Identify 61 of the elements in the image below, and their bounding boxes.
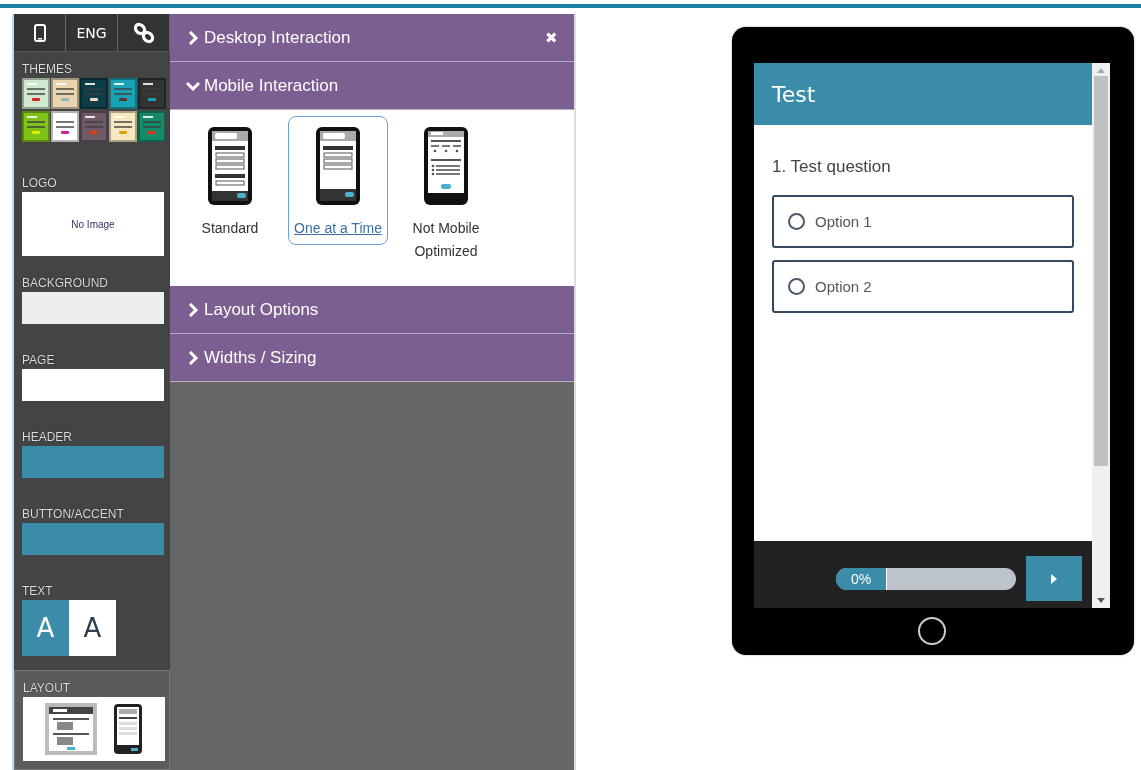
color-swatch[interactable] bbox=[22, 523, 164, 555]
section-label: BUTTON/ACCENT bbox=[22, 507, 125, 521]
theme-thumbnail[interactable] bbox=[51, 78, 79, 109]
radio-button[interactable] bbox=[788, 213, 805, 230]
theme-thumbnail[interactable] bbox=[22, 111, 50, 142]
theme-thumbnail[interactable] bbox=[109, 78, 137, 109]
theme-thumbnail[interactable] bbox=[80, 111, 108, 142]
radio-button[interactable] bbox=[788, 278, 805, 295]
answer-label: Option 1 bbox=[815, 213, 872, 230]
accordion-header[interactable]: Widths / Sizing bbox=[170, 334, 574, 382]
section-title: Mobile Interaction bbox=[204, 75, 340, 96]
scroll-down-icon[interactable] bbox=[1097, 598, 1105, 604]
language-button[interactable]: ENG bbox=[66, 14, 118, 51]
section-title: Widths / Sizing bbox=[204, 347, 318, 368]
color-swatch[interactable] bbox=[22, 446, 164, 478]
text-color-option[interactable]: A bbox=[22, 600, 69, 656]
phone-button[interactable] bbox=[14, 14, 66, 51]
answer-label: Option 2 bbox=[815, 278, 872, 295]
question-text: 1. Test question bbox=[772, 157, 892, 177]
survey-header: Test bbox=[754, 63, 1092, 125]
theme-thumbnail[interactable] bbox=[138, 111, 166, 142]
text-color-option[interactable]: A bbox=[69, 600, 116, 656]
phone-layout-icon[interactable] bbox=[113, 703, 143, 755]
color-swatch[interactable] bbox=[22, 292, 164, 324]
theme-thumbnail[interactable] bbox=[80, 78, 108, 109]
theme-thumbnail[interactable] bbox=[22, 78, 50, 109]
link-button[interactable] bbox=[118, 14, 170, 51]
section-label: THEMES bbox=[22, 62, 73, 76]
accordion-header[interactable]: Layout Options bbox=[170, 286, 574, 334]
color-swatch[interactable] bbox=[22, 369, 164, 401]
answer-option[interactable]: Option 2 bbox=[772, 260, 1074, 313]
scrollbar[interactable] bbox=[1092, 63, 1110, 608]
layout-option[interactable]: One at a Time bbox=[288, 116, 388, 245]
chevron-right-icon bbox=[186, 30, 200, 45]
layout-section[interactable]: LAYOUT bbox=[14, 670, 170, 770]
theme-thumbnail[interactable] bbox=[138, 78, 166, 109]
accordion-header[interactable]: Desktop Interaction ✖ bbox=[170, 14, 574, 62]
section-label: HEADER bbox=[22, 430, 73, 444]
theme-thumbnail[interactable] bbox=[109, 111, 137, 142]
theme-thumbnail[interactable] bbox=[51, 111, 79, 142]
chevron-right-icon bbox=[186, 350, 200, 365]
accordion-header[interactable]: Mobile Interaction bbox=[170, 62, 574, 110]
phone-icon bbox=[206, 125, 254, 207]
section-label: BACKGROUND bbox=[22, 276, 109, 290]
answer-option[interactable]: Option 1 bbox=[772, 195, 1074, 248]
link-icon bbox=[131, 20, 156, 45]
home-button[interactable] bbox=[918, 617, 946, 645]
phone-icon bbox=[314, 125, 362, 207]
logo-upload[interactable]: No Image bbox=[22, 192, 164, 256]
section-title: Layout Options bbox=[204, 299, 320, 320]
phone-icon bbox=[33, 23, 46, 42]
close-icon[interactable]: ✖ bbox=[545, 28, 558, 47]
section-title: Desktop Interaction bbox=[204, 27, 352, 48]
section-label: PAGE bbox=[22, 353, 56, 367]
section-label: LAYOUT bbox=[23, 681, 72, 695]
chevron-right-icon bbox=[186, 302, 200, 317]
section-label: LOGO bbox=[22, 176, 58, 190]
play-icon bbox=[1050, 573, 1058, 584]
section-label: TEXT bbox=[22, 584, 54, 598]
phone-icon bbox=[422, 125, 470, 207]
desktop-layout-icon[interactable] bbox=[45, 703, 97, 755]
